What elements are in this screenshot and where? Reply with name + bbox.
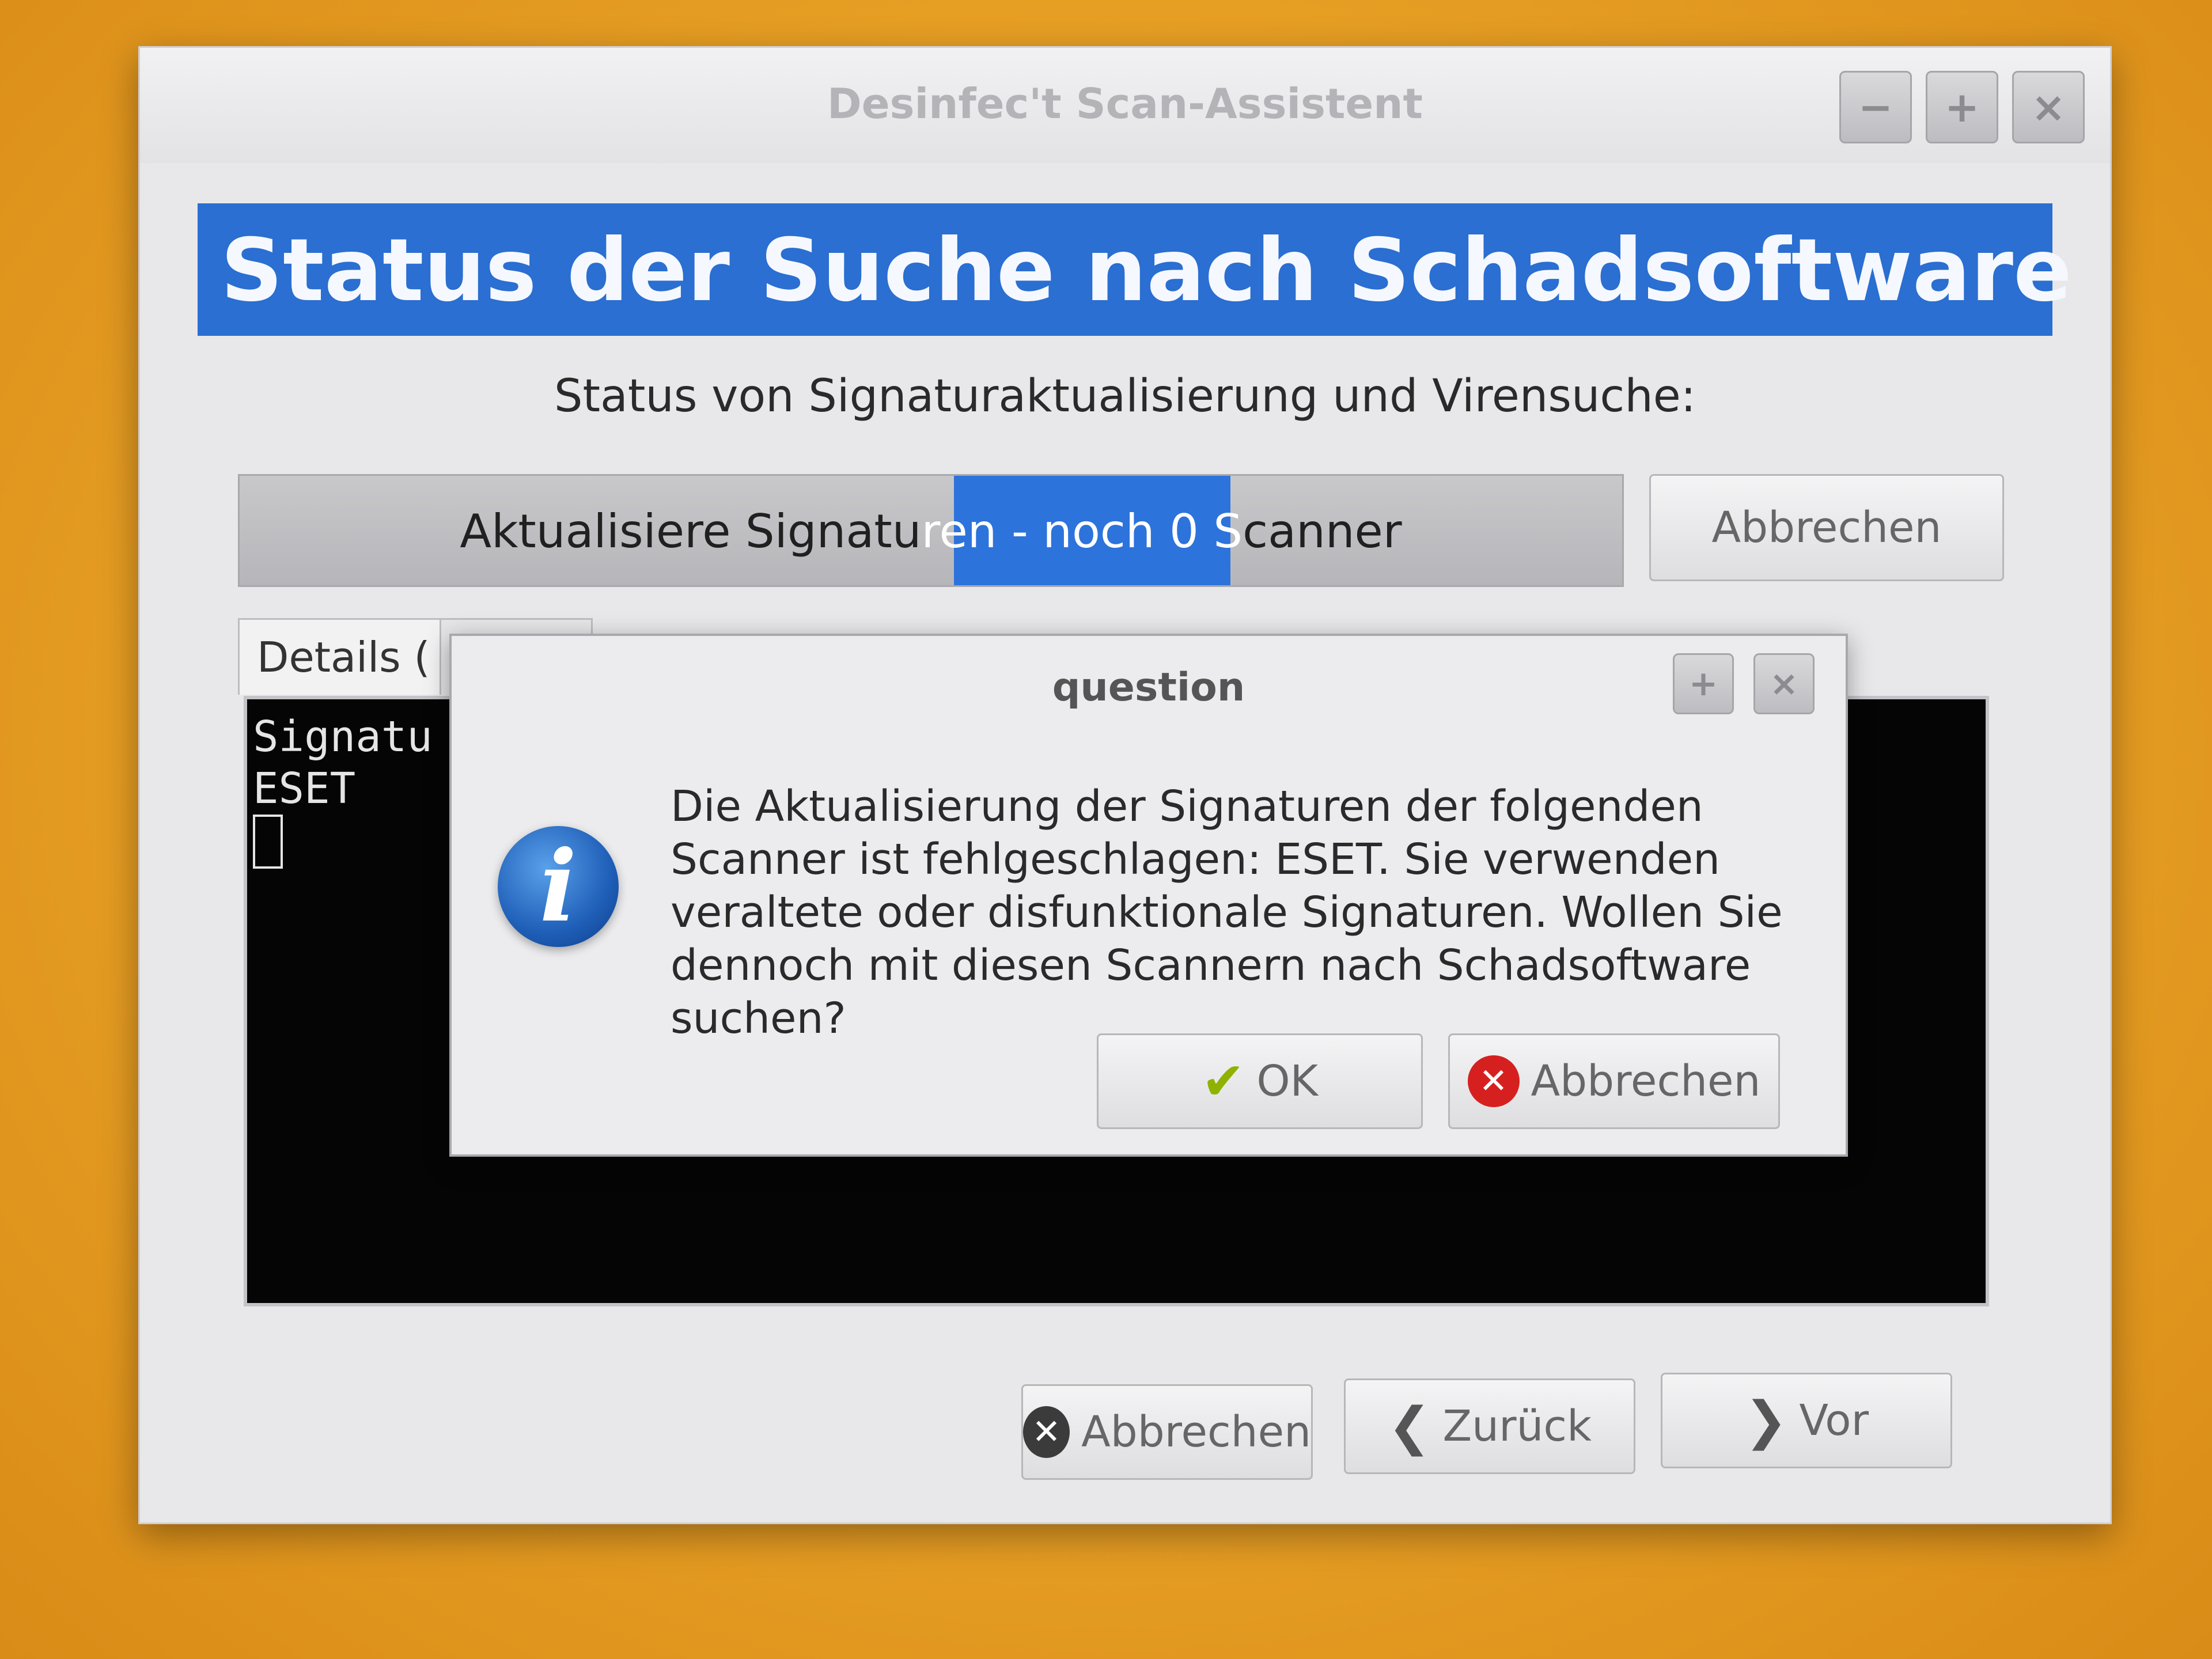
tab-details[interactable]: Details ( (238, 618, 449, 695)
dialog-close-button[interactable]: × (1753, 653, 1815, 714)
back-button[interactable]: ❮ Zurück (1344, 1378, 1635, 1474)
page-title: Status der Suche nach Schadsoftware (221, 221, 2072, 321)
status-cancel-label: Abbrechen (1711, 503, 1942, 552)
window-titlebar[interactable]: Desinfec't Scan-Assistent − + × (140, 48, 2110, 163)
status-cancel-button[interactable]: Abbrechen (1649, 474, 2004, 581)
status-caption: Status von Signaturaktualisierung und Vi… (554, 370, 1696, 422)
console-cursor (253, 815, 283, 869)
progress-text-highlight: ren - noch 0 S (921, 505, 1243, 558)
dialog-cancel-button[interactable]: ✕ Abbrechen (1448, 1033, 1780, 1129)
dialog-message: Die Aktualisierung der Signaturen der fo… (671, 782, 1783, 1043)
ok-label: OK (1256, 1056, 1319, 1106)
progress-text-after: canner (1243, 505, 1402, 558)
cancel-icon: ✕ (1023, 1406, 1070, 1458)
progress-bar: Aktualisiere Signaturen - noch 0 Scanner (238, 474, 1624, 587)
cancel-icon: ✕ (1467, 1055, 1520, 1107)
dialog-maximize-button[interactable]: + (1673, 653, 1734, 714)
tab-details-label: Details ( (257, 633, 430, 681)
ok-button[interactable]: ✔ OK (1097, 1033, 1423, 1129)
chevron-right-icon: ❯ (1744, 1390, 1788, 1451)
window-title: Desinfec't Scan-Assistent (827, 79, 1423, 128)
maximize-button[interactable]: + (1926, 71, 1998, 143)
progress-text-before: Aktualisiere Signatu (460, 505, 922, 558)
close-button[interactable]: × (2012, 71, 2085, 143)
dialog-cancel-label: Abbrechen (1531, 1056, 1761, 1106)
progress-text: Aktualisiere Signaturen - noch 0 Scanner (240, 505, 1622, 558)
forward-button[interactable]: ❯ Vor (1661, 1373, 1952, 1468)
footer-cancel-label: Abbrechen (1081, 1407, 1311, 1457)
question-dialog: question + × i Die Aktualisierung der Si… (449, 634, 1848, 1157)
chevron-left-icon: ❮ (1388, 1396, 1431, 1457)
header-banner: Status der Suche nach Schadsoftware (198, 203, 2072, 336)
footer-cancel-button[interactable]: ✕ Abbrechen (1021, 1384, 1313, 1480)
dialog-title: question (1052, 665, 1245, 710)
checkmark-icon: ✔ (1201, 1051, 1245, 1112)
forward-label: Vor (1799, 1396, 1869, 1445)
back-label: Zurück (1442, 1402, 1592, 1451)
info-icon: i (498, 826, 619, 947)
minimize-button[interactable]: − (1839, 71, 1912, 143)
